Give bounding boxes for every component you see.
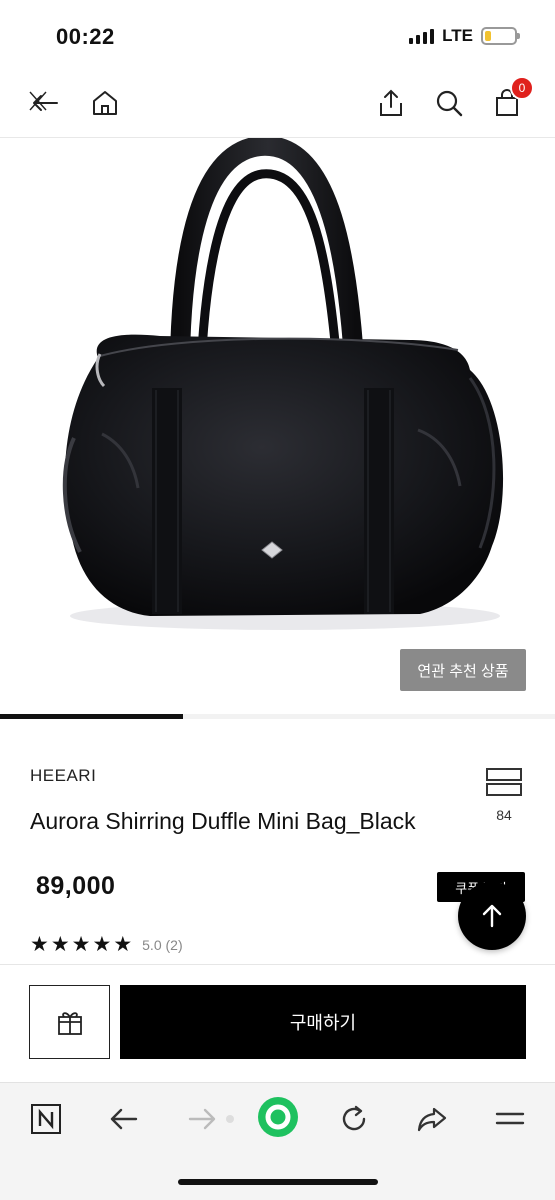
status-indicators: LTE [409,26,520,46]
refresh-icon [342,1105,366,1131]
browser-home-button[interactable] [256,1095,300,1139]
carousel-progress [0,714,184,719]
arrow-right-icon [188,1108,216,1130]
brand-name[interactable]: HEEARI [30,766,96,786]
like-count: 84 [496,807,512,823]
top-nav: 0 [0,70,555,138]
star-icon: ★ [92,933,112,956]
battery-icon [481,27,520,45]
price: 89,000 [36,872,116,900]
gift-icon [57,1012,82,1035]
green-circle-icon [258,1097,298,1137]
product-title: Aurora Shirring Duffle Mini Bag_Black [30,808,416,834]
forward-share-icon [417,1107,447,1132]
related-products-button[interactable]: 연관 추천 상품 [400,649,526,691]
browser-toolbar [0,1082,555,1200]
refresh-button[interactable] [334,1099,374,1139]
network-label: LTE [442,26,473,45]
star-icon: ★ [71,933,91,956]
cart-count-badge: 0 [510,76,534,100]
scroll-top-button[interactable] [458,882,526,950]
signal-icon [409,28,435,44]
search-button[interactable] [432,86,466,120]
browser-logo-button[interactable] [26,1099,66,1139]
buy-button[interactable]: 구매하기 [120,985,526,1059]
home-indicator[interactable] [178,1179,378,1185]
arrow-up-icon [482,904,502,928]
product-image[interactable] [0,138,555,716]
browser-share-button[interactable] [412,1099,452,1139]
status-time: 00:22 [56,24,115,49]
like-button[interactable]: 84 [486,768,522,823]
home-button[interactable] [88,86,122,120]
status-bar: 00:22 LTE [0,0,555,70]
star-icon: ★ [30,933,49,956]
browser-back-button[interactable] [104,1099,144,1139]
purchase-bar: 구매하기 [0,964,555,1082]
n-logo-icon [31,1104,61,1134]
browser-forward-button[interactable] [182,1099,222,1139]
loading-dot [226,1115,234,1123]
arrow-left-icon [110,1108,138,1130]
image-carousel-indicator [0,714,555,719]
rating[interactable]: ★ ★ ★ ★ ★ 5.0 (2) [30,934,183,955]
menu-button[interactable] [490,1099,530,1139]
share-icon [380,89,402,116]
bookmark-icon [486,768,522,796]
search-icon [436,90,463,117]
close-back-button[interactable] [24,86,58,120]
star-icon: ★ [113,933,133,956]
share-button[interactable] [374,86,408,120]
star-icon: ★ [50,933,70,956]
bag-image [62,138,504,630]
cart-button[interactable]: 0 [490,76,534,120]
gift-button[interactable] [29,985,110,1059]
menu-icon [495,1112,525,1125]
rating-text: 5.0 (2) [142,936,183,953]
home-icon [93,91,117,115]
close-icon [28,91,58,111]
